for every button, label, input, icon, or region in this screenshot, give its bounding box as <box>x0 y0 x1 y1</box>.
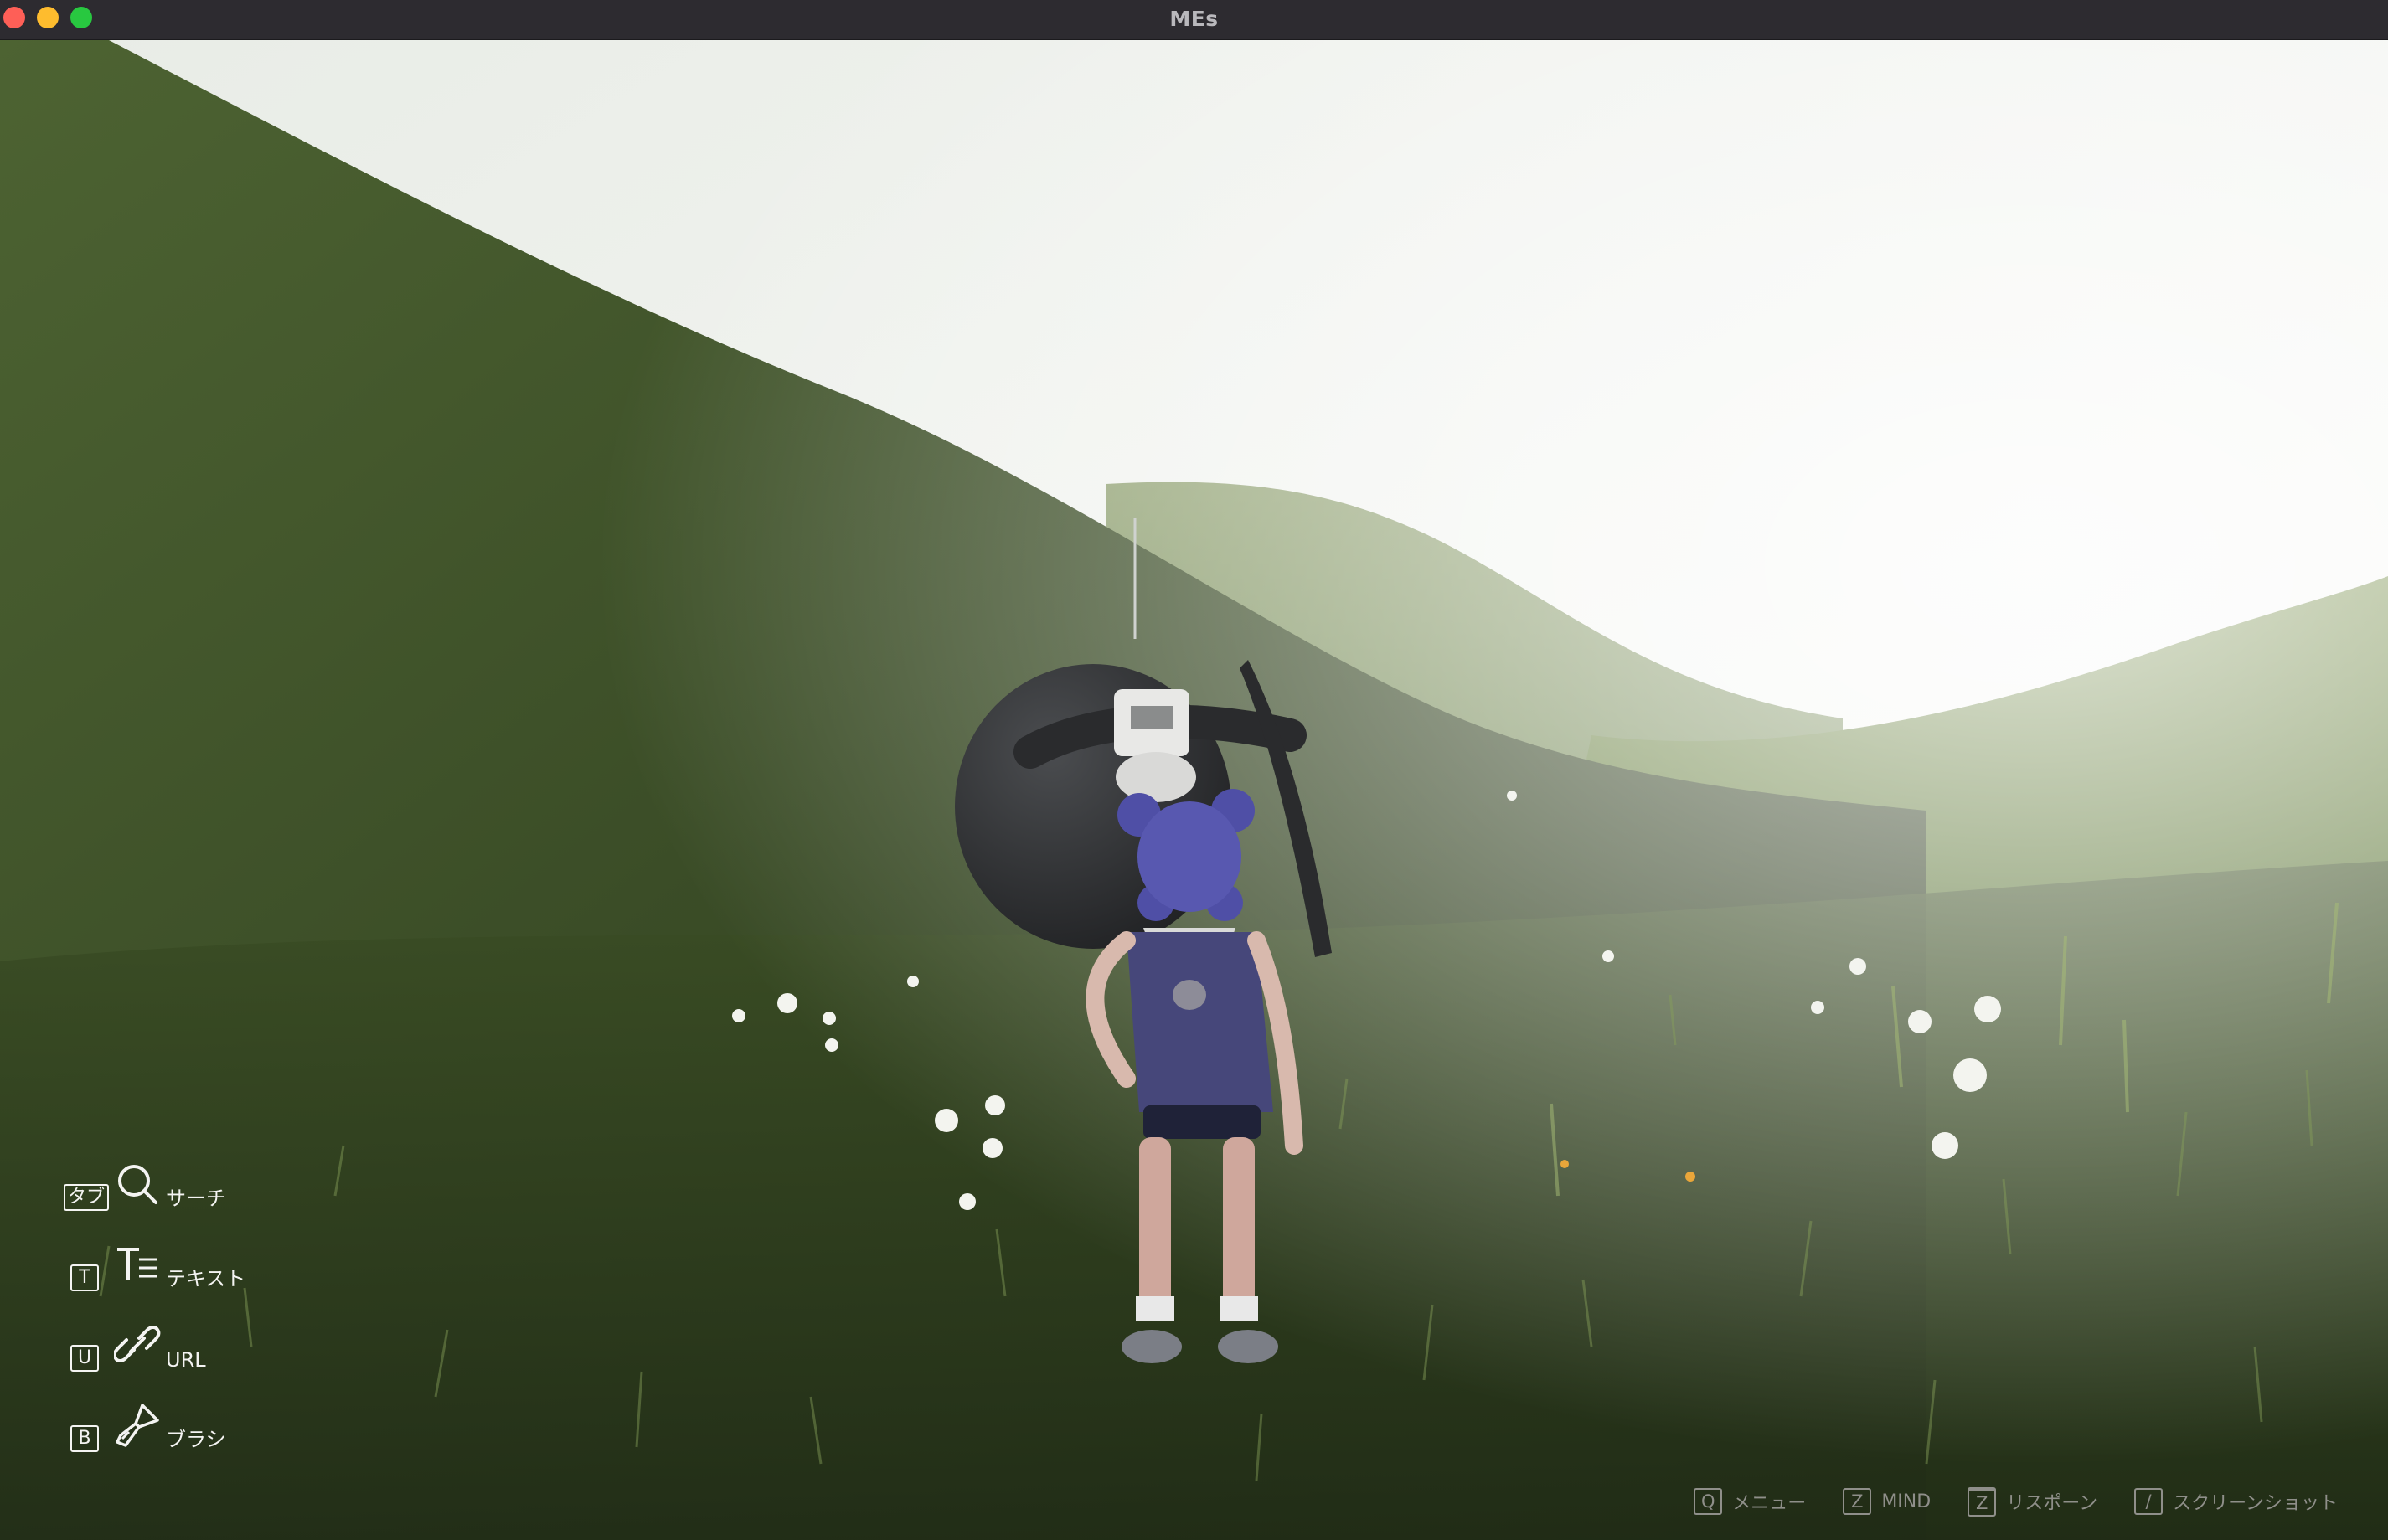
hud-menu-label: メニュー <box>1732 1493 1807 1514</box>
hud-text-label: テキスト <box>166 1267 246 1290</box>
hud-menu-control[interactable]: Q メニュー <box>1694 1488 1806 1515</box>
key-t: T <box>70 1264 99 1291</box>
hud-screenshot-control[interactable]: / スクリーンショット <box>2134 1488 2338 1515</box>
hud-tool-shortcuts: タブ サーチ T テキスト U URL B ブラシ <box>0 0 352 1540</box>
link-icon <box>114 1326 161 1362</box>
hud-respawn-control[interactable]: Z リスポーン <box>1968 1486 2098 1517</box>
key-slash: / <box>2134 1488 2164 1515</box>
hud-search-shortcut[interactable]: タブ サーチ <box>64 1144 348 1211</box>
window-title-bar: MEs <box>0 0 2388 40</box>
hud-url-shortcut[interactable]: U URL <box>64 1305 348 1372</box>
brush-icon <box>116 1404 159 1447</box>
search-icon <box>118 1165 157 1204</box>
window-title: MEs <box>1169 7 1219 31</box>
text-icon <box>117 1248 157 1280</box>
key-z-hold: Z <box>1968 1486 1997 1517</box>
hud-search-label: サーチ <box>166 1187 226 1210</box>
hud-screenshot-label: スクリーンショット <box>2173 1493 2338 1514</box>
game-scene <box>0 40 2388 1540</box>
hud-url-label: URL <box>166 1348 206 1372</box>
hud-brush-label: ブラシ <box>166 1428 226 1451</box>
hud-controls-bar: Q メニュー Z MIND Z リスポーン / スクリーンショット <box>1694 1486 2338 1517</box>
key-q: Q <box>1694 1488 1723 1515</box>
hud-mind-label: MIND <box>1881 1491 1932 1512</box>
key-b: B <box>70 1425 99 1452</box>
hud-mind-control[interactable]: Z MIND <box>1843 1488 1931 1515</box>
game-viewport[interactable] <box>0 40 2388 1540</box>
key-u: U <box>70 1345 99 1372</box>
hud-respawn-label: リスポーン <box>2006 1493 2098 1514</box>
hud-text-shortcut[interactable]: T テキスト <box>64 1224 348 1291</box>
key-z: Z <box>1843 1488 1872 1515</box>
hud-brush-shortcut[interactable]: B ブラシ <box>64 1385 348 1452</box>
key-tab: タブ <box>64 1184 109 1211</box>
